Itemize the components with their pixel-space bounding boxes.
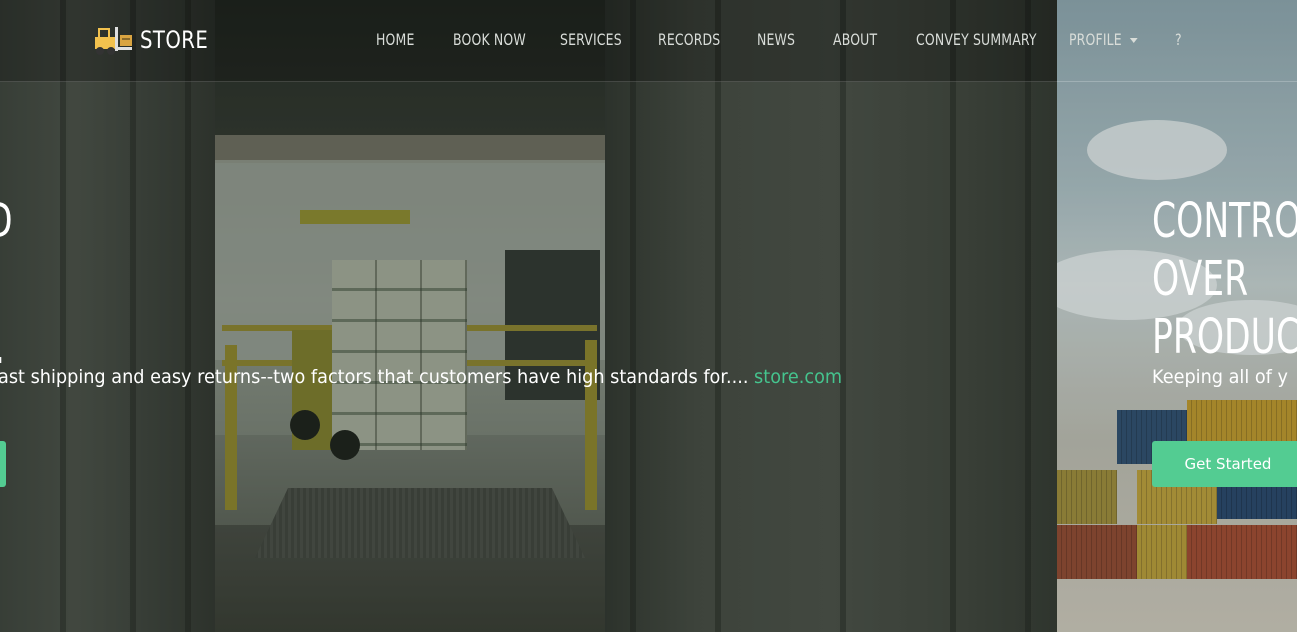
hero-title-fragment: D	[0, 192, 13, 250]
nav-news[interactable]: NEWS	[757, 30, 795, 49]
hero-description: ast shipping and easy returns--two facto…	[0, 366, 842, 388]
nav-convey-summary[interactable]: CONVEY SUMMARY	[916, 30, 1037, 49]
nav-profile-dropdown[interactable]: PROFILE	[1069, 30, 1138, 49]
hero-description-text: ast shipping and easy returns--two facto…	[0, 366, 749, 388]
nav-about[interactable]: ABOUT	[833, 30, 877, 49]
brand-link[interactable]: STORE	[93, 22, 223, 58]
nav-records[interactable]: RECORDS	[658, 30, 720, 49]
navbar: STORE HOME BOOK NOW SERVICES RECORDS NEW…	[0, 0, 1297, 82]
next-slide-title: CONTRO OVER PRODUC	[1152, 193, 1297, 365]
next-slide-description: Keeping all of y	[1152, 366, 1288, 388]
nav-help[interactable]: ?	[1175, 30, 1182, 49]
hero-store-link[interactable]: store.com	[754, 366, 842, 388]
hero-cta-button[interactable]	[0, 441, 6, 487]
brand-name: STORE	[140, 26, 209, 54]
forklift-icon	[95, 27, 132, 55]
nav-profile-label: PROFILE	[1069, 30, 1122, 49]
hero-slide-background	[0, 0, 1057, 632]
get-started-button[interactable]: Get Started	[1152, 441, 1297, 487]
caret-down-icon	[1129, 38, 1138, 43]
nav-services[interactable]: SERVICES	[560, 30, 622, 49]
nav-book-now[interactable]: BOOK NOW	[453, 30, 526, 49]
nav-home[interactable]: HOME	[376, 30, 414, 49]
